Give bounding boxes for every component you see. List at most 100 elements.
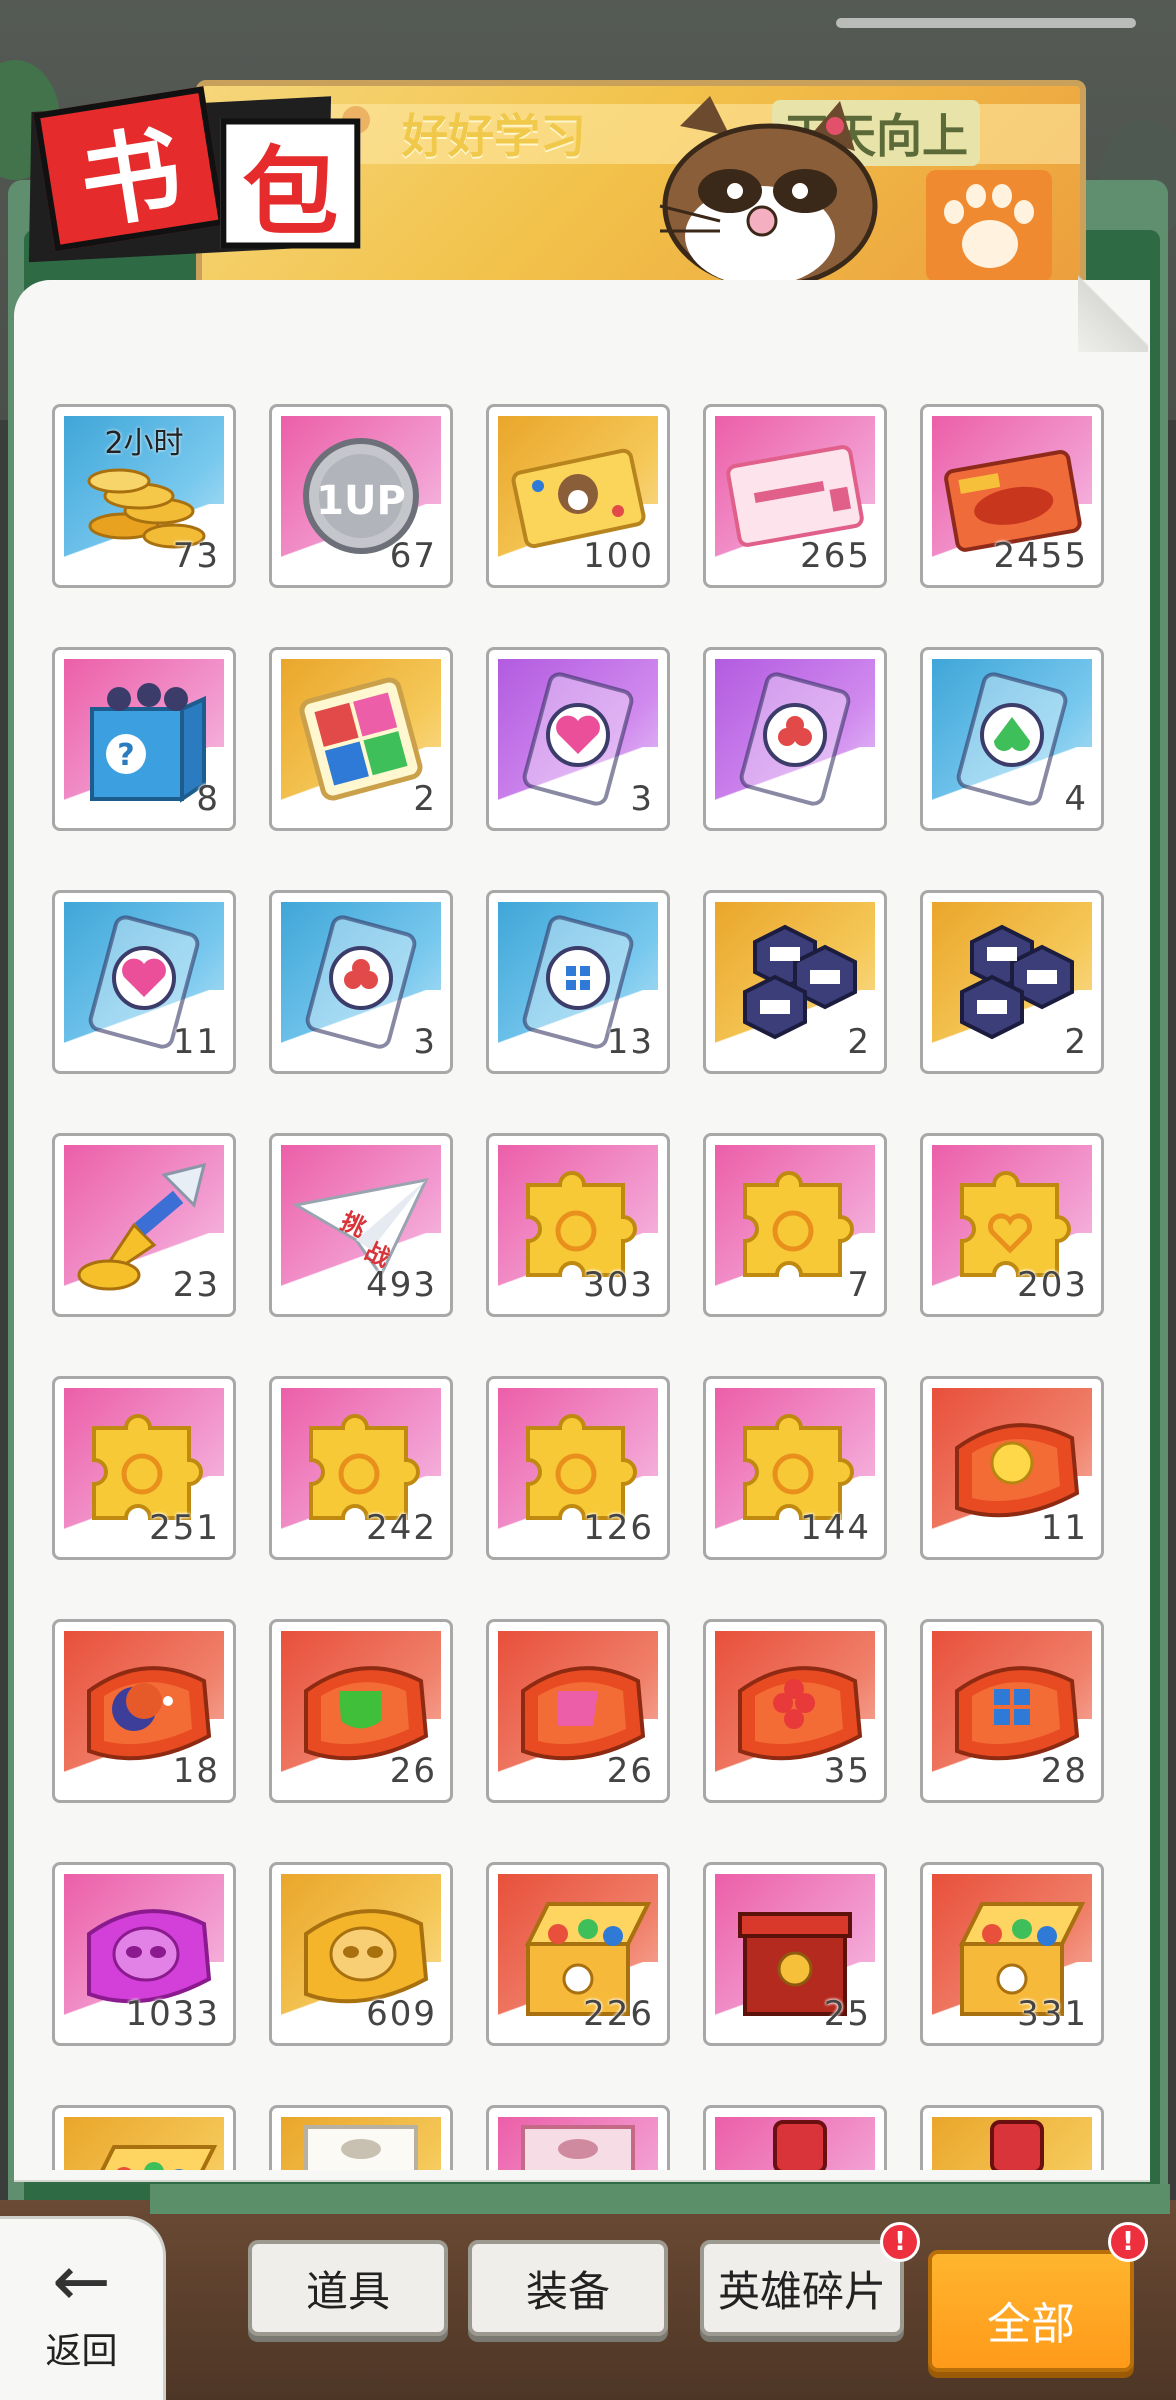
item-count: 28 bbox=[1040, 1751, 1088, 1791]
inventory-slot[interactable]: 100 bbox=[486, 404, 670, 588]
item-count: 2 bbox=[1064, 1022, 1088, 1062]
item-count: 7 bbox=[847, 1265, 871, 1305]
club-card-icon bbox=[715, 659, 875, 819]
svg-text:?: ? bbox=[117, 738, 134, 773]
item-count: 11 bbox=[172, 1022, 220, 1062]
inventory-scroll-area[interactable]: 2小时73 1UP67 100 265 2455 ? 8 2 3 4 11 bbox=[52, 404, 1108, 2170]
inventory-slot[interactable]: 23 bbox=[52, 1133, 236, 1317]
item-count: 13 bbox=[606, 1022, 654, 1062]
inventory-slot[interactable]: 2 bbox=[269, 647, 453, 831]
inventory-slot[interactable]: 7 bbox=[703, 1133, 887, 1317]
tab-label: 道具 bbox=[305, 2266, 390, 2316]
inventory-slot[interactable]: 25 bbox=[703, 1862, 887, 2046]
back-button[interactable]: ← 返回 bbox=[0, 2216, 166, 2400]
svg-text:1UP: 1UP bbox=[316, 478, 406, 524]
item-duration-tag: 2小时 bbox=[104, 426, 184, 461]
inventory-slot[interactable]: 2小时 73 bbox=[52, 404, 236, 588]
inventory-slot[interactable]: 26 bbox=[269, 1619, 453, 1803]
alert-badge: ! bbox=[1108, 2222, 1148, 2262]
inventory-slot[interactable]: 1UP 67 bbox=[269, 404, 453, 588]
inventory-slot[interactable] bbox=[920, 2105, 1104, 2170]
inventory-slot[interactable]: 3 bbox=[269, 890, 453, 1074]
item-count: 23 bbox=[172, 1265, 220, 1305]
inventory-slot[interactable]: 1033 bbox=[52, 1862, 236, 2046]
inventory-slot[interactable]: 35 bbox=[703, 1619, 887, 1803]
item-count: 25 bbox=[823, 1994, 871, 2034]
can-icon bbox=[715, 2117, 875, 2170]
item-count: 203 bbox=[1017, 1265, 1088, 1305]
inventory-grid: 2小时73 1UP67 100 265 2455 ? 8 2 3 4 11 bbox=[52, 404, 1108, 2170]
item-count: 242 bbox=[366, 1508, 437, 1548]
inventory-slot[interactable] bbox=[52, 2105, 236, 2170]
inventory-slot[interactable]: 18 bbox=[52, 1619, 236, 1803]
tab-hero-shards[interactable]: 英雄碎片 bbox=[700, 2240, 904, 2336]
inventory-slot[interactable]: 11 bbox=[52, 890, 236, 1074]
inventory-slot[interactable]: 331 bbox=[920, 1862, 1104, 2046]
item-count: 2455 bbox=[993, 536, 1088, 576]
item-count: 144 bbox=[800, 1508, 871, 1548]
inventory-slot[interactable] bbox=[703, 2105, 887, 2170]
inventory-slot[interactable]: 242 bbox=[269, 1376, 453, 1560]
item-count: 609 bbox=[366, 1994, 437, 2034]
tab-label: 装备 bbox=[525, 2266, 610, 2316]
inventory-slot[interactable]: 2 bbox=[703, 890, 887, 1074]
inventory-slot[interactable]: ? 8 bbox=[52, 647, 236, 831]
inventory-slot[interactable]: 126 bbox=[486, 1376, 670, 1560]
item-count: 331 bbox=[1017, 1994, 1088, 2034]
alert-badge: ! bbox=[880, 2222, 920, 2262]
inventory-slot[interactable]: 28 bbox=[920, 1619, 1104, 1803]
inventory-slot[interactable]: 4 bbox=[920, 647, 1104, 831]
inventory-slot[interactable]: 2455 bbox=[920, 404, 1104, 588]
inventory-slot[interactable]: 226 bbox=[486, 1862, 670, 2046]
page-title: 书 包 bbox=[26, 86, 361, 272]
item-count: 26 bbox=[389, 1751, 437, 1791]
item-count: 226 bbox=[583, 1994, 654, 2034]
back-arrow-icon: ← bbox=[52, 2239, 111, 2322]
inventory-slot[interactable]: 11 bbox=[920, 1376, 1104, 1560]
home-indicator bbox=[836, 18, 1136, 28]
back-label: 返回 bbox=[45, 2330, 118, 2372]
page-fold bbox=[1078, 272, 1148, 352]
inventory-slot[interactable]: 2 bbox=[920, 890, 1104, 1074]
inventory-slot[interactable]: 251 bbox=[52, 1376, 236, 1560]
item-count: 3 bbox=[413, 1022, 437, 1062]
inventory-slot[interactable]: 303 bbox=[486, 1133, 670, 1317]
inventory-slot[interactable]: 265 bbox=[703, 404, 887, 588]
item-count: 3 bbox=[630, 779, 654, 819]
inventory-slot[interactable]: 挑 战 493 bbox=[269, 1133, 453, 1317]
item-count: 251 bbox=[149, 1508, 220, 1548]
inventory-slot[interactable]: 3 bbox=[486, 647, 670, 831]
tab-equipment[interactable]: 装备 bbox=[468, 2240, 668, 2336]
item-count: 2 bbox=[847, 1022, 871, 1062]
inventory-slot[interactable]: 26 bbox=[486, 1619, 670, 1803]
inventory-slot[interactable]: 609 bbox=[269, 1862, 453, 2046]
item-count: 2 bbox=[413, 779, 437, 819]
pink-box-icon bbox=[498, 2117, 658, 2170]
item-count: 35 bbox=[823, 1751, 871, 1791]
item-count: 18 bbox=[172, 1751, 220, 1791]
inventory-slot[interactable] bbox=[703, 647, 887, 831]
tab-all[interactable]: 全部 bbox=[928, 2250, 1134, 2372]
item-count: 11 bbox=[1040, 1508, 1088, 1548]
white-box-icon bbox=[281, 2117, 441, 2170]
inventory-slot[interactable]: 144 bbox=[703, 1376, 887, 1560]
item-count: 493 bbox=[366, 1265, 437, 1305]
slogan-left: 好好学习 bbox=[402, 109, 586, 163]
item-count: 126 bbox=[583, 1508, 654, 1548]
item-count: 265 bbox=[800, 536, 871, 576]
tab-label: 英雄碎片 bbox=[717, 2266, 886, 2316]
can-icon bbox=[932, 2117, 1092, 2170]
item-count: 100 bbox=[583, 536, 654, 576]
inventory-slot[interactable] bbox=[269, 2105, 453, 2170]
inventory-slot[interactable]: 203 bbox=[920, 1133, 1104, 1317]
tab-props[interactable]: 道具 bbox=[248, 2240, 448, 2336]
item-count: 73 bbox=[172, 536, 220, 576]
inventory-slot[interactable]: 13 bbox=[486, 890, 670, 1074]
bottom-trim bbox=[150, 2184, 1170, 2214]
title-char-2: 包 bbox=[220, 118, 361, 249]
item-count: 4 bbox=[1064, 779, 1088, 819]
raccoon-mascot-icon bbox=[659, 96, 878, 286]
inventory-slot[interactable] bbox=[486, 2105, 670, 2170]
item-count: 67 bbox=[389, 536, 437, 576]
title-char-1: 书 bbox=[33, 86, 226, 252]
